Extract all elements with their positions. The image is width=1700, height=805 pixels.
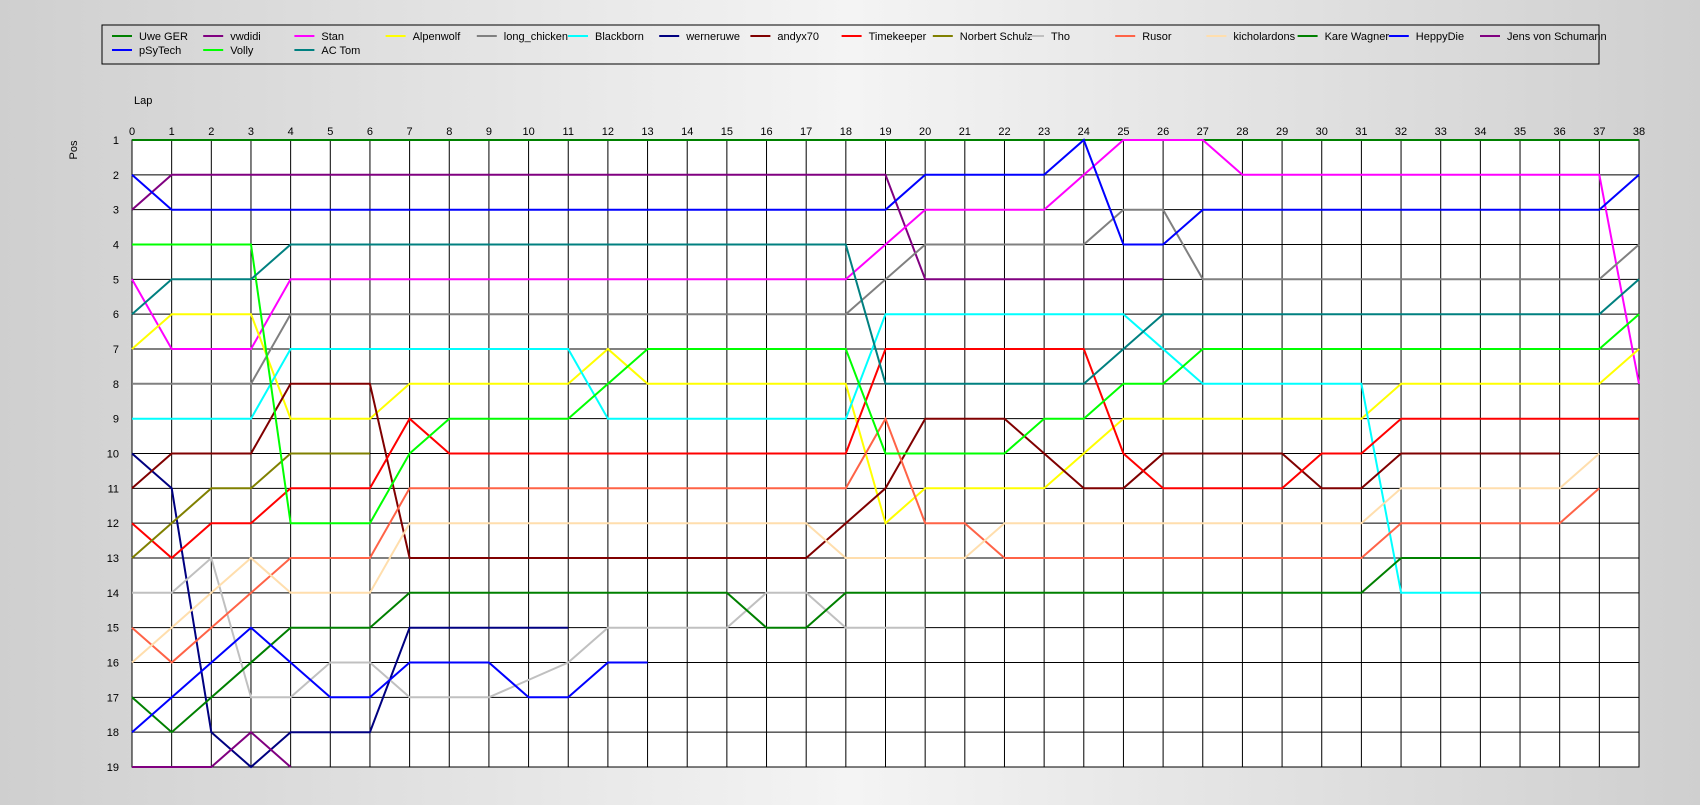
legend-label: HeppyDie [1416,31,1464,43]
y-tick-label: 8 [113,379,119,391]
x-tick-label: 25 [1117,126,1129,138]
legend-label: Kare Wagner [1325,31,1390,43]
x-tick-label: 16 [760,126,772,138]
legend-label: kicholardons [1233,31,1295,43]
x-tick-label: 30 [1316,126,1328,138]
x-tick-label: 17 [800,126,812,138]
x-tick-label: 21 [959,126,971,138]
legend-label: Volly [230,45,254,57]
y-axis-label: Pos [68,140,80,159]
x-tick-label: 6 [367,126,373,138]
x-tick-label: 14 [681,126,693,138]
x-tick-label: 38 [1633,126,1645,138]
x-tick-label: 32 [1395,126,1407,138]
x-tick-label: 5 [327,126,333,138]
x-tick-label: 26 [1157,126,1169,138]
legend: Uwe GER vwdidi Stan Alpenwolf long_chicken Bl… [101,24,1607,65]
x-tick-label: 3 [248,126,254,138]
x-axis-label: Lap [134,95,152,107]
y-tick-label: 10 [107,449,119,461]
y-tick-label: 5 [113,274,119,286]
x-tick-label: 34 [1474,126,1486,138]
legend-label: werneruwe [685,31,740,43]
x-tick-label: 29 [1276,126,1288,138]
x-tick-label: 7 [407,126,413,138]
y-tick-label: 11 [108,483,119,495]
legend-label: AC Tom [321,45,360,57]
legend-label: Blackborn [595,31,644,43]
x-tick-label: 31 [1355,126,1367,138]
x-tick-label: 18 [840,126,852,138]
x-tick-label: 23 [1038,126,1050,138]
legend-label: long_chicken [504,31,568,43]
x-tick-label: 20 [919,126,931,138]
x-tick-label: 22 [998,126,1010,138]
x-tick-label: 2 [208,126,214,138]
y-tick-label: 14 [107,588,119,600]
x-tick-label: 19 [879,126,891,138]
y-tick-label: 16 [107,658,119,670]
legend-label: Norbert Schulz [960,31,1033,43]
legend-label: Stan [321,31,344,43]
x-tick-label: 37 [1593,126,1605,138]
x-tick-label: 27 [1197,126,1209,138]
y-tick-label: 13 [107,553,119,565]
x-tick-label: 11 [563,126,574,138]
legend-label: Uwe GER [139,31,188,43]
x-tick-label: 36 [1554,126,1566,138]
y-tick-label: 3 [113,205,119,217]
x-tick-label: 10 [522,126,534,138]
y-tick-label: 17 [107,692,119,704]
x-tick-label: 1 [169,126,175,138]
x-tick-label: 33 [1435,126,1447,138]
y-tick-label: 7 [113,344,119,356]
y-tick-label: 9 [113,414,119,426]
y-tick-label: 18 [107,727,119,739]
x-tick-label: 4 [288,126,294,138]
legend-label: andyx70 [777,31,819,43]
x-tick-label: 0 [129,126,135,138]
x-tick-label: 24 [1078,126,1090,138]
legend-label: Timekeeper [869,31,927,43]
x-tick-label: 28 [1236,126,1248,138]
y-tick-label: 1 [113,135,119,147]
legend-label: pSyTech [139,45,181,57]
legend-label: Tho [1051,31,1070,43]
x-tick-label: 13 [641,126,653,138]
chart-svg: Uwe GER vwdidi Stan Alpenwolf long_chicken Bl… [68,24,1645,774]
legend-label: vwdidi [230,31,261,43]
x-tick-label: 15 [721,126,733,138]
y-tick-label: 15 [107,623,119,635]
x-tick-label: 12 [602,126,614,138]
y-tick-label: 12 [107,518,119,530]
x-tick-label: 35 [1514,126,1526,138]
plot-area: 0 1 2 3 4 5 6 7 8 9 10 11 12 13 14 15 16 17 18 19 20 21 22 23 24… [107,126,1645,774]
legend-label: Jens von Schumann [1507,31,1607,43]
y-tick-label: 2 [113,170,119,182]
race-position-chart: Uwe GER vwdidi Stan Alpenwolf long_chicken Bl… [0,0,1700,800]
y-tick-label: 4 [113,240,119,252]
legend-label: Rusor [1142,31,1172,43]
y-tick-label: 19 [107,762,119,774]
x-tick-label: 9 [486,126,492,138]
y-tick-label: 6 [113,309,119,321]
legend-label: Alpenwolf [413,31,462,43]
x-tick-label: 8 [446,126,452,138]
